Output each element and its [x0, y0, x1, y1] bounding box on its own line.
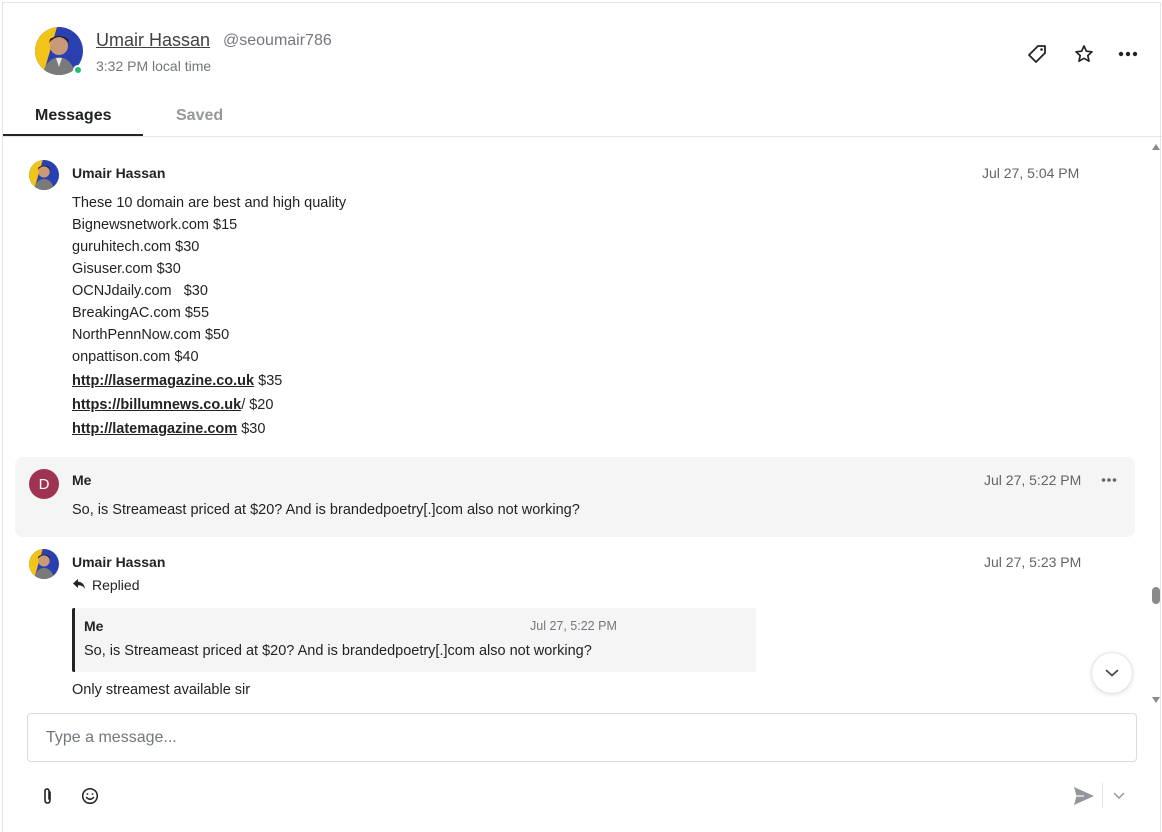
quoted-sender: Me [84, 618, 104, 634]
message-timestamp: Jul 27, 5:04 PM [982, 165, 1080, 181]
active-tab-indicator [3, 134, 143, 136]
message-line: BreakingAC.com $55 [72, 305, 210, 321]
scroll-to-bottom-button[interactable] [1091, 652, 1133, 694]
message-list: Umair Hassan Jul 27, 5:04 PM These 10 do… [3, 138, 1148, 706]
scroll-up-arrow[interactable] [1152, 144, 1160, 150]
tab-messages[interactable]: Messages [35, 107, 112, 125]
message-more-icon[interactable] [1101, 470, 1117, 488]
attachment-icon[interactable] [37, 785, 59, 807]
sender-avatar[interactable] [29, 549, 59, 579]
replied-indicator: Replied [72, 577, 139, 593]
message-item: Umair Hassan Jul 27, 5:04 PM These 10 do… [15, 150, 1135, 446]
message-line: onpattison.com $40 [72, 349, 199, 365]
link-price: / $20 [241, 397, 274, 413]
link-price: $35 [254, 373, 283, 389]
domain-link[interactable]: http://latemagazine.com [72, 421, 237, 437]
message-link-line: http://latemagazine.com $30 [72, 421, 265, 437]
quoted-text: So, is Streameast priced at $20? And is … [84, 643, 592, 659]
message-item[interactable]: D Me Jul 27, 5:22 PM So, is Streameast p… [15, 457, 1135, 537]
message-line: Bignewsnetwork.com $15 [72, 217, 238, 233]
message-timestamp: Jul 27, 5:22 PM [984, 472, 1082, 488]
online-status-dot [73, 65, 83, 75]
message-text: Only streamest available sir [72, 682, 251, 698]
domain-link[interactable]: http://lasermagazine.co.uk [72, 373, 254, 389]
my-avatar[interactable]: D [29, 469, 59, 499]
contact-name[interactable]: Umair Hassan [96, 30, 210, 51]
message-text: So, is Streameast priced at $20? And is … [72, 502, 580, 518]
message-line: OCNJdaily.com $30 [72, 283, 208, 299]
message-link-line: https://billumnews.co.uk/ $20 [72, 397, 273, 413]
message-line: NorthPennNow.com $50 [72, 327, 230, 343]
message-link-line: http://lasermagazine.co.uk $35 [72, 373, 282, 389]
conversation-header: Umair Hassan @seoumair786 3:32 PM local … [3, 3, 1162, 93]
domain-link[interactable]: https://billumnews.co.uk [72, 397, 241, 413]
more-icon[interactable] [1115, 41, 1141, 67]
message-line: These 10 domain are best and high qualit… [72, 195, 347, 211]
reply-icon [72, 577, 86, 593]
replied-label: Replied [92, 577, 140, 593]
send-divider [1102, 783, 1103, 808]
scroll-thumb[interactable] [1152, 587, 1160, 604]
sender-avatar[interactable] [29, 160, 59, 190]
quoted-message[interactable]: Me Jul 27, 5:22 PM So, is Streameast pri… [72, 608, 756, 672]
message-line: guruhitech.com $30 [72, 239, 200, 255]
tag-icon[interactable] [1024, 41, 1050, 67]
message-composer [27, 713, 1137, 762]
message-scrollbar[interactable] [1150, 140, 1162, 706]
send-icon[interactable] [1072, 785, 1096, 807]
emoji-icon[interactable] [79, 785, 101, 807]
message-input[interactable] [29, 715, 1135, 760]
message-item: Umair Hassan Jul 27, 5:23 PM Replied Me … [15, 539, 1135, 706]
conversation-tabs: Messages Saved [3, 97, 1162, 137]
chevron-down-icon [1105, 664, 1119, 682]
message-timestamp: Jul 27, 5:23 PM [984, 554, 1082, 570]
message-sender: Umair Hassan [72, 165, 166, 181]
send-options-chevron-icon[interactable] [1108, 785, 1130, 807]
chat-window: Umair Hassan @seoumair786 3:32 PM local … [2, 2, 1162, 832]
contact-handle: @seoumair786 [223, 32, 332, 49]
message-sender: Me [72, 472, 92, 488]
contact-local-time: 3:32 PM local time [96, 58, 212, 74]
tab-saved[interactable]: Saved [176, 107, 223, 125]
quoted-timestamp: Jul 27, 5:22 PM [530, 619, 617, 633]
link-price: $30 [237, 421, 266, 437]
scroll-down-arrow[interactable] [1152, 697, 1160, 703]
star-icon[interactable] [1071, 41, 1097, 67]
message-sender: Umair Hassan [72, 554, 166, 570]
message-line: Gisuser.com $30 [72, 261, 181, 277]
